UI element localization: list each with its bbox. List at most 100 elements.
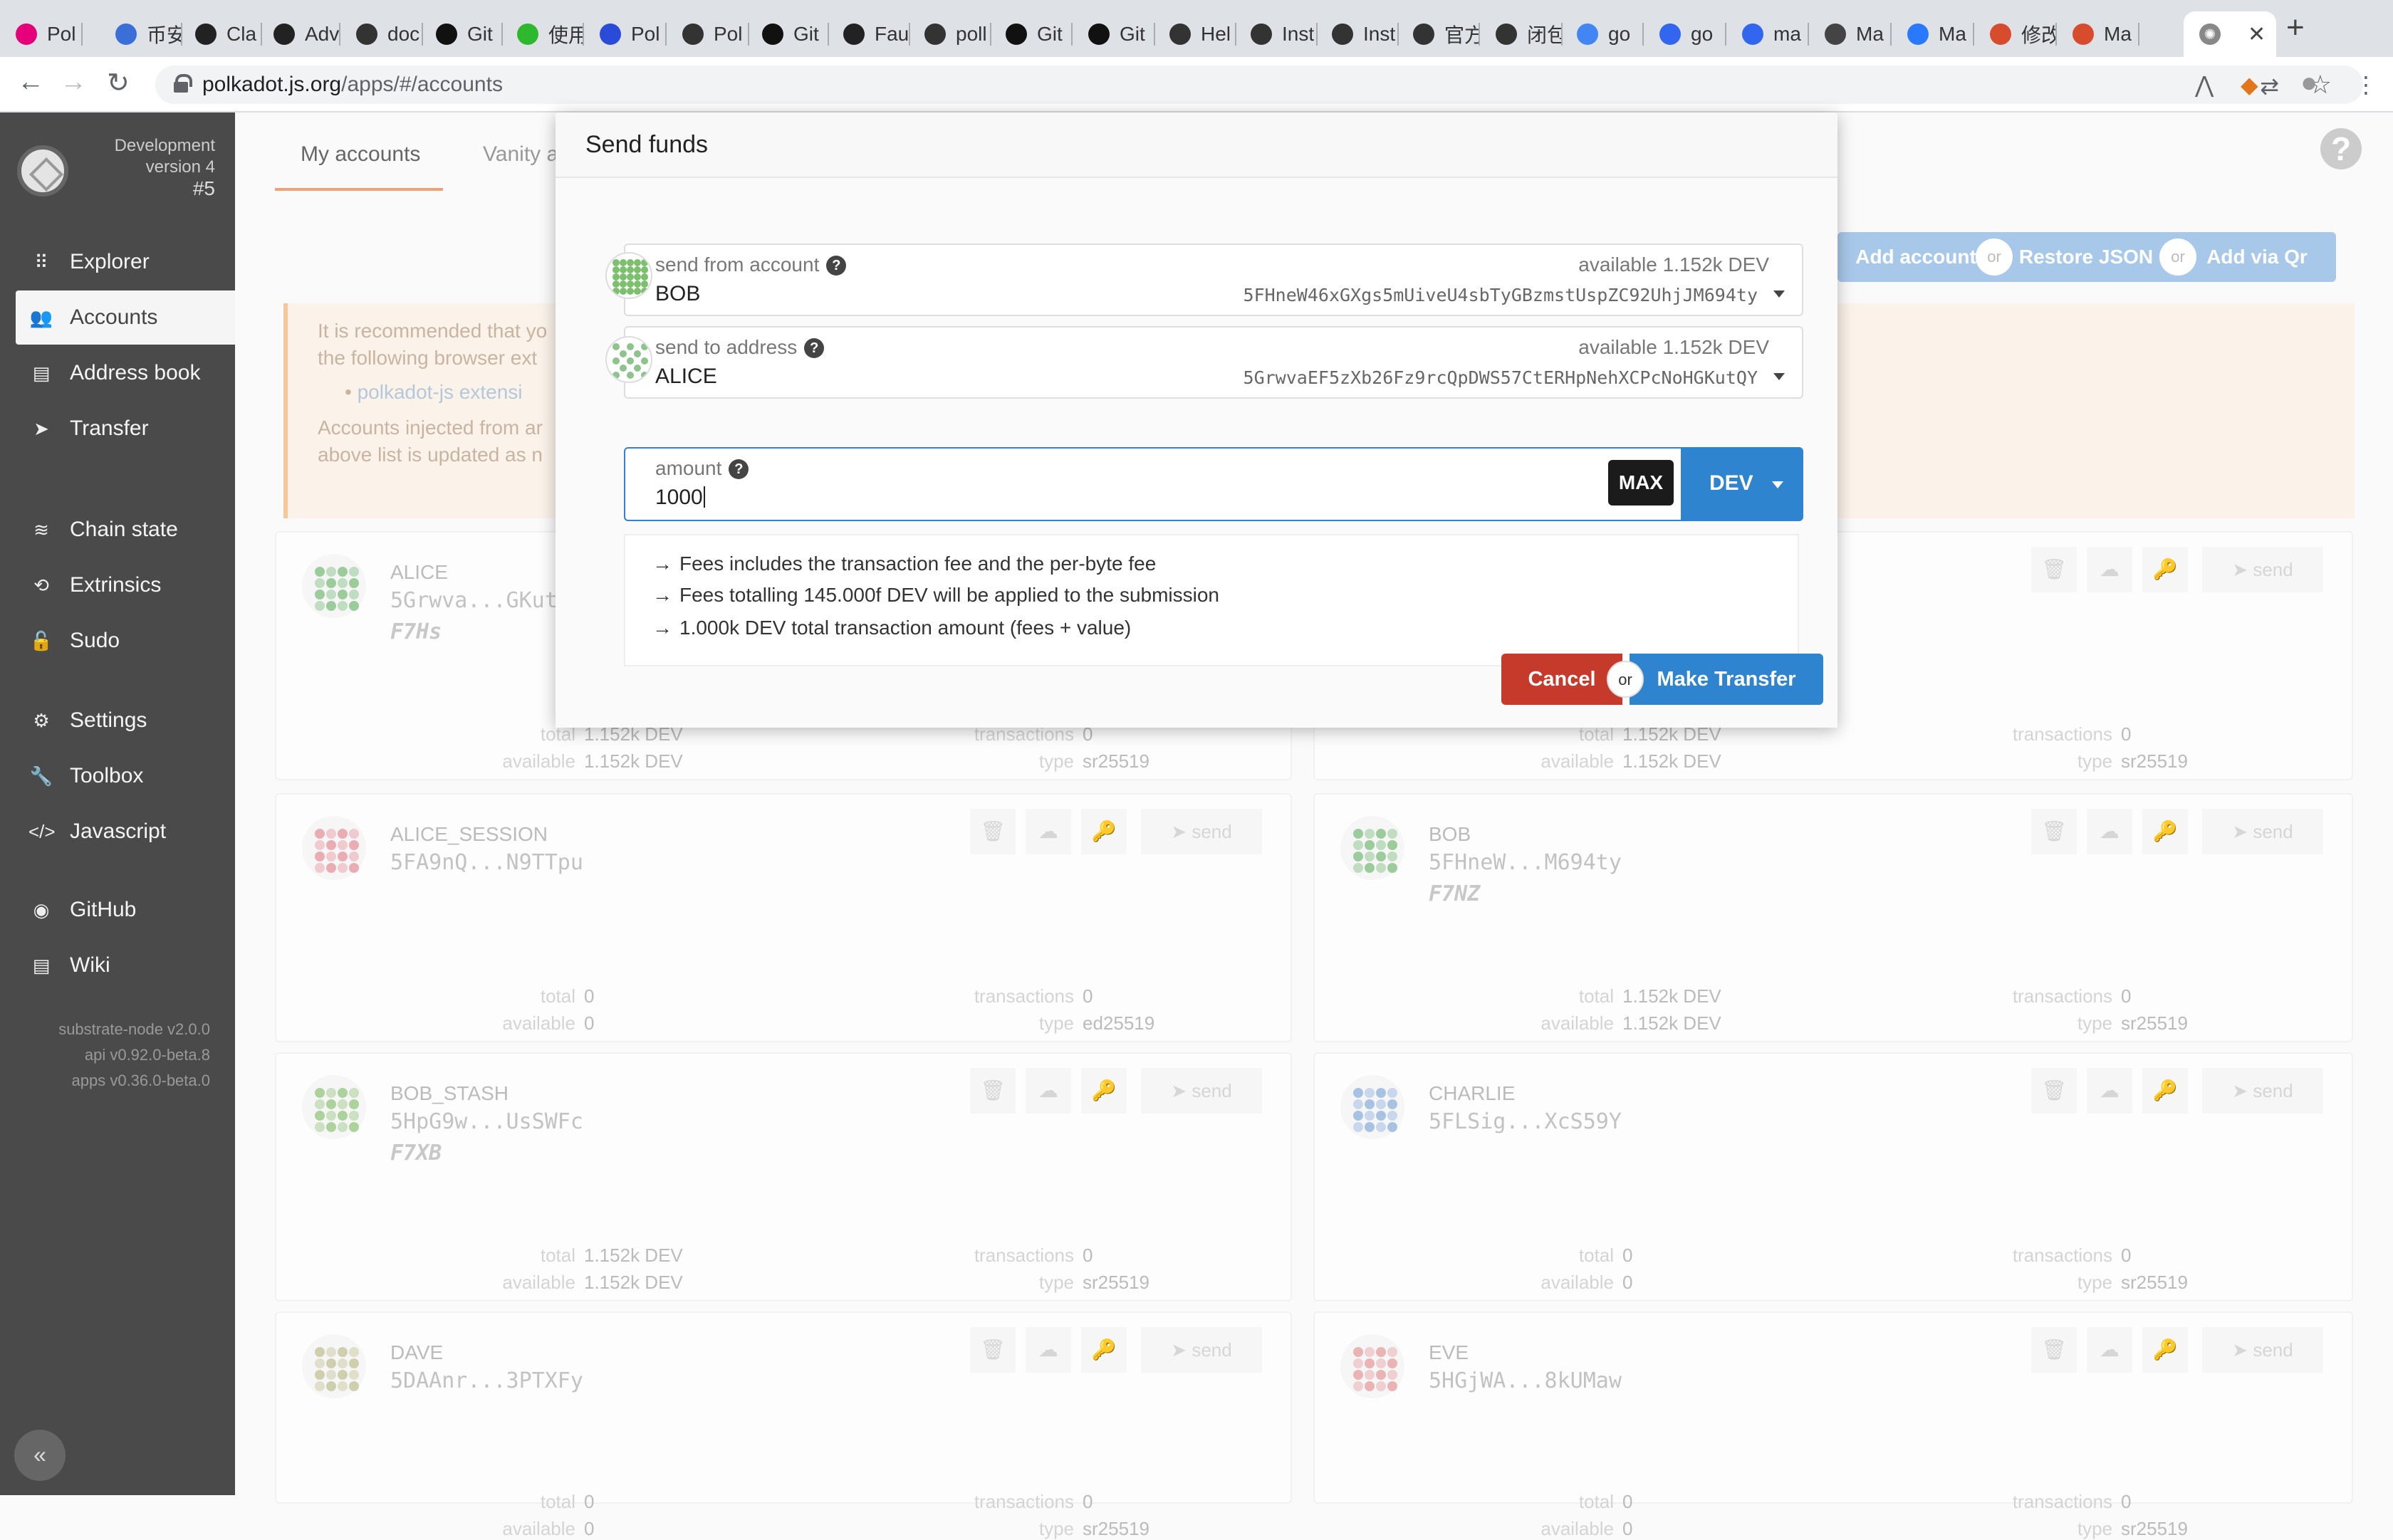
browser-tab[interactable]: Adv <box>258 11 340 57</box>
sidebar-item-wiki[interactable]: ▤ Wiki <box>16 938 235 992</box>
key-icon[interactable]: 🔑 <box>2142 1068 2188 1114</box>
browser-tab[interactable]: 修改 <box>1974 11 2057 57</box>
sidebar-item-accounts[interactable]: 👥 Accounts <box>16 290 235 345</box>
send-to-address-select[interactable]: send to address? available 1.152k DEV AL… <box>624 326 1803 399</box>
add-via-qr-button[interactable]: Add via Qr <box>2178 232 2336 282</box>
key-icon[interactable]: 🔑 <box>2142 1327 2188 1373</box>
trash-icon[interactable]: 🗑 <box>970 1327 1016 1373</box>
metamask-icon[interactable]: ◆ <box>2241 71 2258 98</box>
send-button[interactable]: ➤ send <box>1141 1068 1262 1114</box>
sidebar-item-chain-state[interactable]: ≋ Chain state <box>16 503 235 557</box>
trash-icon[interactable]: 🗑 <box>2031 547 2077 592</box>
browser-tab[interactable]: Inst <box>1235 11 1318 57</box>
account-identicon-icon[interactable] <box>302 554 366 618</box>
dropdown-caret-icon[interactable] <box>1773 373 1785 380</box>
browser-menu-icon[interactable]: ⋮ <box>2355 71 2377 98</box>
sidebar-item-github[interactable]: ◉ GitHub <box>16 883 235 937</box>
url-text[interactable]: polkadot.js.org/apps/#/accounts <box>202 73 503 97</box>
browser-tab[interactable]: 币安 <box>100 11 182 57</box>
cancel-button[interactable]: Cancel <box>1501 654 1622 705</box>
cloud-backup-icon[interactable]: ☁ <box>2087 1068 2132 1114</box>
send-button[interactable]: ➤ send <box>2202 547 2323 592</box>
extension-icon[interactable]: ⋀ <box>2195 71 2214 98</box>
help-question-icon[interactable]: ? <box>804 338 825 358</box>
browser-tab[interactable]: poll <box>909 11 991 57</box>
browser-tab[interactable]: Ma <box>1809 11 1892 57</box>
browser-tab[interactable]: Pol <box>0 11 83 57</box>
close-tab-icon[interactable]: ✕ <box>2248 22 2266 47</box>
browser-tab[interactable]: Git <box>746 11 829 57</box>
help-icon[interactable]: ? <box>2320 128 2362 169</box>
unit-select[interactable]: DEV <box>1682 447 1803 521</box>
cloud-backup-icon[interactable]: ☁ <box>1026 809 1071 854</box>
tab-my-accounts[interactable]: My accounts <box>275 142 443 191</box>
trash-icon[interactable]: 🗑 <box>970 1068 1016 1114</box>
add-account-button[interactable]: Add account <box>1837 232 1994 282</box>
browser-tab[interactable]: Git <box>990 11 1073 57</box>
browser-tab[interactable]: doc <box>340 11 423 57</box>
cloud-backup-icon[interactable]: ☁ <box>1026 1327 1071 1373</box>
browser-tab[interactable]: Pol <box>584 11 667 57</box>
browser-tab[interactable]: Cla <box>179 11 262 57</box>
restore-json-button[interactable]: Restore JSON <box>1994 232 2178 282</box>
sidebar-item-address-book[interactable]: ▤ Address book <box>16 346 235 400</box>
account-identicon-icon[interactable] <box>1340 1075 1404 1139</box>
address-bar[interactable]: polkadot.js.org/apps/#/accounts ⇄ ☆ <box>155 66 2363 104</box>
send-button[interactable]: ➤ send <box>1141 1327 1262 1373</box>
cloud-backup-icon[interactable]: ☁ <box>2087 1327 2132 1373</box>
browser-tab[interactable]: Git <box>420 11 503 57</box>
account-identicon-icon[interactable] <box>1340 1334 1404 1398</box>
make-transfer-button[interactable]: Make Transfer <box>1630 654 1823 705</box>
send-from-account-select[interactable]: send from account? available 1.152k DEV … <box>624 243 1803 316</box>
sidebar-item-sudo[interactable]: 🔓 Sudo <box>16 614 235 668</box>
send-button[interactable]: ➤ send <box>2202 809 2323 854</box>
trash-icon[interactable]: 🗑 <box>2031 1327 2077 1373</box>
sidebar-item-settings[interactable]: ⚙ Settings <box>16 693 235 748</box>
extension-link[interactable]: polkadot-js extensi <box>358 381 523 403</box>
sidebar-item-explorer[interactable]: ⠿ Explorer <box>16 235 235 289</box>
browser-tab[interactable]: Inst <box>1316 11 1399 57</box>
send-button[interactable]: ➤ send <box>2202 1068 2323 1114</box>
forward-icon[interactable]: → <box>60 67 87 98</box>
browser-tab[interactable]: Fau <box>828 11 910 57</box>
chain-logo-icon[interactable] <box>17 145 68 197</box>
translate-icon[interactable]: ⇄ <box>2260 73 2279 100</box>
browser-tab[interactable]: Git <box>1073 11 1155 57</box>
amount-value[interactable]: 1000 <box>655 486 705 510</box>
new-tab-icon[interactable]: + <box>2286 10 2305 46</box>
account-identicon-icon[interactable] <box>302 1075 366 1139</box>
send-button[interactable]: ➤ send <box>1141 809 1262 854</box>
browser-tab[interactable]: go <box>1561 11 1644 57</box>
send-button[interactable]: ➤ send <box>2202 1327 2323 1373</box>
sidebar-item-javascript[interactable]: </> Javascript <box>16 805 235 859</box>
key-icon[interactable]: 🔑 <box>1081 1327 1127 1373</box>
account-identicon-icon[interactable] <box>302 816 366 880</box>
browser-tab[interactable]: ma <box>1726 11 1809 57</box>
trash-icon[interactable]: 🗑 <box>2031 809 2077 854</box>
profile-avatar-icon[interactable]: ● <box>2300 67 2318 99</box>
browser-tab[interactable]: Pol <box>667 11 749 57</box>
cloud-backup-icon[interactable]: ☁ <box>2087 809 2132 854</box>
sidebar-item-extrinsics[interactable]: ⟲ Extrinsics <box>16 558 235 612</box>
browser-tab[interactable]: go <box>1644 11 1726 57</box>
sidebar-item-transfer[interactable]: ➤ Transfer <box>16 402 235 456</box>
account-identicon-icon[interactable] <box>302 1334 366 1398</box>
browser-tab[interactable]: 闭包 <box>1480 11 1563 57</box>
trash-icon[interactable]: 🗑 <box>970 809 1016 854</box>
key-icon[interactable]: 🔑 <box>1081 809 1127 854</box>
browser-tab-active[interactable]: ✺ ✕ <box>2184 11 2276 57</box>
browser-tab[interactable]: Ma <box>1892 11 1974 57</box>
collapse-sidebar-icon[interactable]: « <box>14 1430 66 1481</box>
key-icon[interactable]: 🔑 <box>2142 547 2188 592</box>
cloud-backup-icon[interactable]: ☁ <box>1026 1068 1071 1114</box>
browser-tab[interactable]: 使用 <box>501 11 584 57</box>
max-button[interactable]: MAX <box>1608 460 1674 506</box>
dropdown-caret-icon[interactable] <box>1773 290 1785 298</box>
browser-tab[interactable]: Ma <box>2057 11 2139 57</box>
key-icon[interactable]: 🔑 <box>1081 1068 1127 1114</box>
browser-tab[interactable]: 官方 <box>1397 11 1480 57</box>
trash-icon[interactable]: 🗑 <box>2031 1068 2077 1114</box>
help-question-icon[interactable]: ? <box>729 459 749 479</box>
reload-icon[interactable]: ↻ <box>107 67 130 99</box>
cloud-backup-icon[interactable]: ☁ <box>2087 547 2132 592</box>
